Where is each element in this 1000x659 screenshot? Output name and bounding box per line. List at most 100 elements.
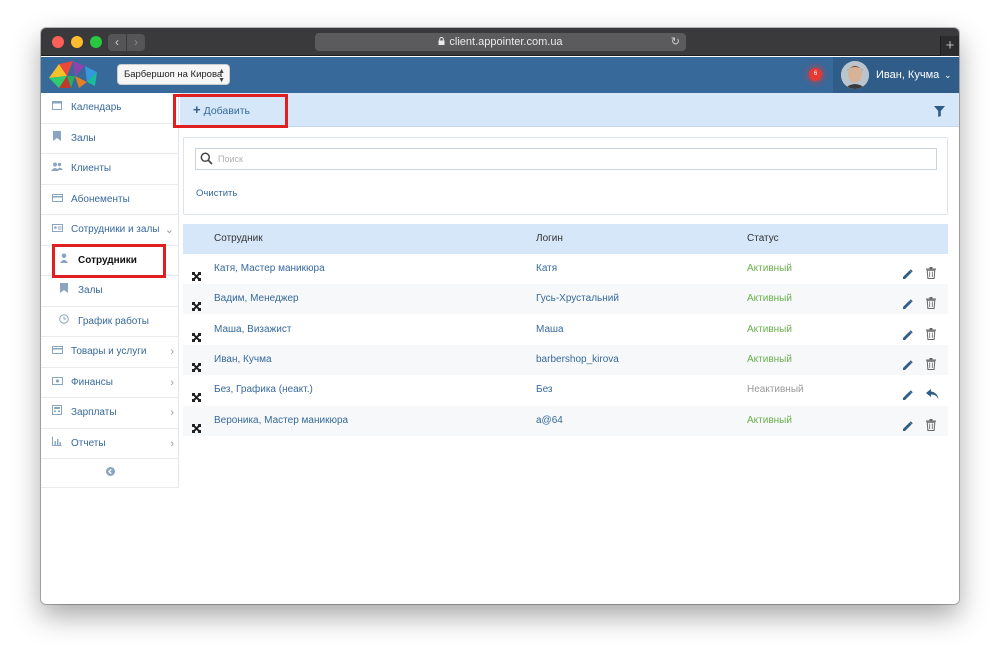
reload-icon[interactable]: ↻ bbox=[671, 33, 680, 51]
column-header-login[interactable]: Логин bbox=[536, 224, 563, 254]
sidebar-item-reports[interactable]: Отчеты › bbox=[41, 429, 179, 459]
bookmark-icon bbox=[57, 276, 71, 306]
employee-login: barbershop_kirova bbox=[536, 353, 619, 365]
table-row[interactable]: Катя, Мастер маникюра Катя Активный bbox=[183, 254, 948, 284]
sidebar-item-schedule[interactable]: График работы bbox=[41, 307, 179, 337]
chevron-right-icon: › bbox=[170, 376, 174, 389]
minimize-window-button[interactable] bbox=[71, 36, 83, 48]
employee-login: Катя bbox=[536, 263, 558, 274]
sidebar-item-subscriptions[interactable]: Абонементы bbox=[41, 185, 179, 215]
clear-filter-link[interactable]: Очистить bbox=[196, 188, 237, 199]
sidebar-item-label: Финансы bbox=[71, 376, 113, 388]
plus-icon: + bbox=[193, 102, 201, 117]
users-icon bbox=[50, 154, 64, 184]
main-content: +Добавить Очистить Сотрудник Логин Стату… bbox=[180, 93, 959, 604]
column-header-employee[interactable]: Сотрудник bbox=[214, 224, 263, 254]
sidebar-item-label: Залы bbox=[71, 132, 96, 144]
employee-name[interactable]: Иван, Кучма bbox=[214, 345, 272, 375]
clock-icon bbox=[57, 307, 71, 337]
sidebar-item-goods-services[interactable]: Товары и услуги › bbox=[41, 337, 179, 368]
sidebar-item-salaries[interactable]: Зарплаты › bbox=[41, 398, 179, 429]
sidebar-item-staff-and-halls[interactable]: Сотрудники и залы ⌄ bbox=[41, 215, 179, 246]
sidebar-item-halls-sub[interactable]: Залы bbox=[41, 276, 179, 307]
branch-select-value: Барбершоп на Кирова bbox=[124, 69, 223, 80]
employee-name[interactable]: Маша, Визажист bbox=[214, 315, 291, 345]
sidebar-item-label: График работы bbox=[78, 315, 149, 327]
close-window-button[interactable] bbox=[52, 36, 64, 48]
maximize-window-button[interactable] bbox=[90, 36, 102, 48]
back-button[interactable]: ‹ bbox=[108, 34, 126, 51]
sidebar-item-label: Клиенты bbox=[71, 163, 112, 174]
sidebar-item-label: Залы bbox=[78, 285, 103, 296]
address-bar[interactable]: client.appointer.com.ua ↻ bbox=[315, 33, 686, 51]
table-row[interactable]: Иван, Кучма barbershop_kirova Активный bbox=[183, 344, 948, 375]
table-row[interactable]: Маша, Визажист Маша Активный bbox=[183, 315, 948, 345]
employee-name[interactable]: Вадим, Менеджер bbox=[214, 284, 299, 314]
drag-handle-icon[interactable] bbox=[191, 416, 202, 446]
add-button-label: Добавить bbox=[203, 105, 250, 117]
sidebar: Календарь Залы Клиенты Абонементы Сотруд… bbox=[41, 93, 179, 488]
sidebar-item-calendar[interactable]: Календарь bbox=[41, 93, 179, 124]
sidebar-item-staff[interactable]: Сотрудники bbox=[41, 246, 179, 276]
employee-login: Гусь-Хрустальний bbox=[536, 293, 619, 305]
app-header: Барбершоп на Кирова ▲ ▼ 6 Иван, Кучма ⌄ bbox=[41, 57, 959, 93]
search-box[interactable] bbox=[195, 148, 937, 170]
calculator-icon bbox=[50, 398, 64, 428]
table-row[interactable]: Без, Графика (неакт.) Без Неактивный bbox=[183, 375, 948, 405]
pencil-icon[interactable] bbox=[902, 415, 913, 445]
search-icon bbox=[200, 152, 213, 170]
avatar bbox=[841, 61, 869, 89]
sidebar-item-label: Абонементы bbox=[71, 193, 130, 205]
sidebar-item-label: Зарплаты bbox=[71, 407, 117, 418]
filter-icon[interactable] bbox=[934, 104, 945, 122]
url-text: client.appointer.com.ua bbox=[449, 36, 563, 48]
table-header: Сотрудник Логин Статус bbox=[183, 224, 948, 254]
appointer-logo[interactable] bbox=[45, 58, 101, 92]
user-menu[interactable]: Иван, Кучма ⌄ bbox=[833, 57, 959, 93]
sidebar-item-halls[interactable]: Залы bbox=[41, 124, 179, 154]
credit-card-icon bbox=[50, 337, 64, 367]
employee-login: Без bbox=[536, 384, 553, 396]
table-row[interactable]: Вероника, Мастер маникюра a@64 Активный bbox=[183, 405, 948, 436]
credit-card-icon bbox=[50, 185, 64, 215]
chevron-down-icon: ⌄ bbox=[164, 224, 174, 236]
filter-panel: Очистить bbox=[183, 137, 948, 215]
sidebar-item-finance[interactable]: Финансы › bbox=[41, 368, 179, 398]
select-arrows-icon: ▲ ▼ bbox=[218, 68, 225, 84]
table-row[interactable]: Вадим, Менеджер Гусь-Хрустальний Активный bbox=[183, 284, 948, 315]
chevron-right-icon: › bbox=[170, 407, 174, 419]
forward-button[interactable]: › bbox=[127, 34, 145, 51]
notification-badge[interactable]: 6 bbox=[809, 68, 822, 81]
browser-window: ‹ › client.appointer.com.ua ↻ + Барбершо… bbox=[41, 28, 959, 604]
new-tab-button[interactable]: + bbox=[940, 36, 959, 56]
sidebar-item-label: Сотрудники bbox=[78, 254, 137, 266]
status-badge: Активный bbox=[747, 323, 792, 335]
user-icon bbox=[57, 246, 71, 276]
employee-name[interactable]: Катя, Мастер маникюра bbox=[214, 254, 325, 284]
collapse-sidebar-button[interactable] bbox=[41, 459, 179, 488]
chevron-circle-left-icon bbox=[105, 467, 115, 479]
sidebar-item-label: Отчеты bbox=[71, 437, 106, 449]
chevron-right-icon: › bbox=[170, 346, 174, 358]
lock-icon bbox=[438, 33, 445, 51]
employee-login: a@64 bbox=[536, 414, 563, 426]
status-badge: Активный bbox=[747, 293, 792, 305]
id-card-icon bbox=[50, 215, 64, 245]
chevron-right-icon: › bbox=[170, 437, 174, 450]
money-icon bbox=[50, 368, 64, 398]
sidebar-item-label: Календарь bbox=[71, 102, 122, 113]
column-header-status[interactable]: Статус bbox=[747, 224, 779, 254]
sidebar-item-label: Товары и услуги bbox=[71, 346, 147, 357]
sidebar-item-label: Сотрудники и залы bbox=[71, 224, 160, 235]
search-input[interactable] bbox=[218, 151, 918, 167]
chevron-down-icon: ⌄ bbox=[944, 70, 952, 80]
add-employee-button[interactable]: + Добавить bbox=[193, 93, 250, 127]
branch-select[interactable]: Барбершоп на Кирова ▲ ▼ bbox=[117, 64, 230, 85]
sidebar-item-clients[interactable]: Клиенты bbox=[41, 154, 179, 185]
trash-icon[interactable] bbox=[926, 414, 936, 444]
employee-name[interactable]: Без, Графика (неакт.) bbox=[214, 375, 313, 405]
employee-name[interactable]: Вероника, Мастер маникюра bbox=[214, 406, 348, 436]
browser-titlebar: ‹ › client.appointer.com.ua ↻ + bbox=[41, 28, 959, 56]
bar-chart-icon bbox=[50, 429, 64, 459]
status-badge: Активный bbox=[747, 414, 792, 426]
